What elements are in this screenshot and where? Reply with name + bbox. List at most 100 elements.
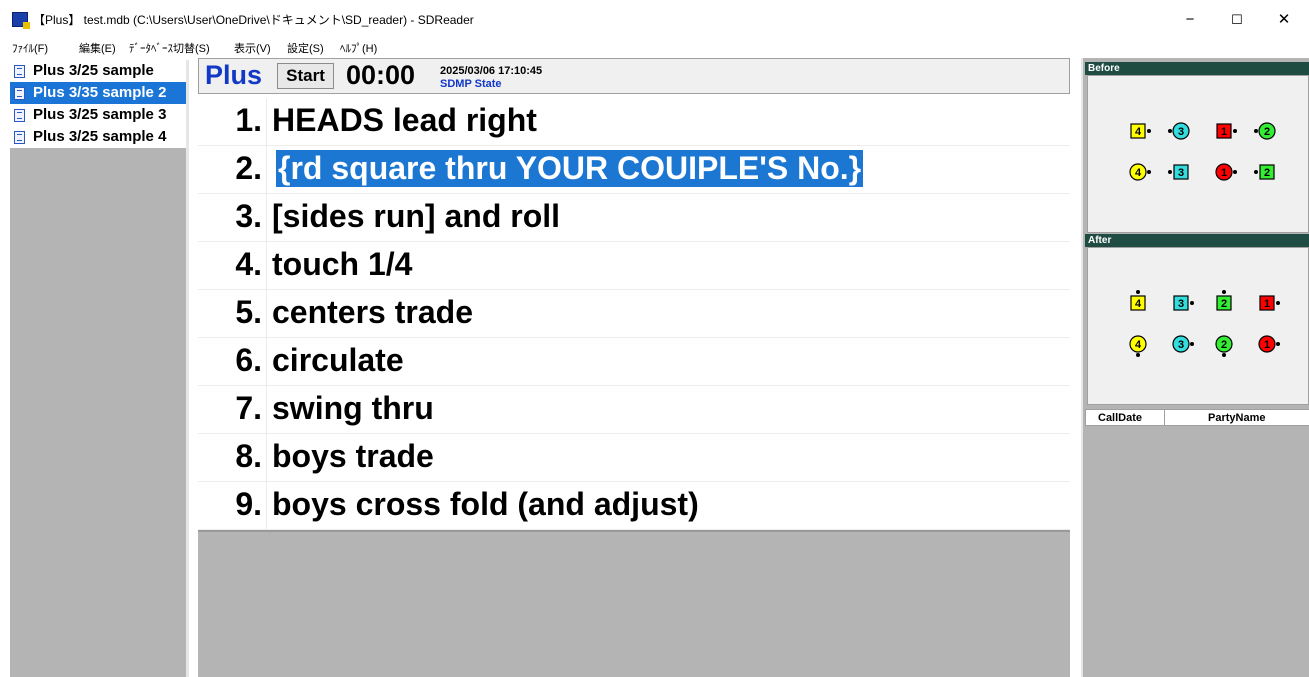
facing-marker <box>1222 290 1226 294</box>
facing-marker <box>1147 170 1151 174</box>
after-dancer-yellow-4: 4 <box>1130 290 1146 311</box>
datetime: 2025/03/06 17:10:45 <box>440 65 543 77</box>
after-dancer-green-2: 2 <box>1215 335 1233 357</box>
dancer-number: 2 <box>1264 126 1270 138</box>
session-item[interactable]: Plus 3/25 sample 4 <box>10 126 186 148</box>
call-number: 9. <box>235 486 262 522</box>
dancer-number: 4 <box>1135 126 1142 138</box>
dancer-number: 2 <box>1264 167 1270 179</box>
session-item[interactable]: Plus 3/25 sample 3 <box>10 104 186 126</box>
menu-file[interactable]: ﾌｧｲﾙ(F) <box>12 40 48 56</box>
dancer-number: 2 <box>1221 298 1227 310</box>
after-dancer-cyan-3: 3 <box>1172 335 1194 353</box>
call-number: 6. <box>235 342 262 378</box>
menu-edit[interactable]: 編集(E) <box>79 40 116 56</box>
facing-marker <box>1168 129 1172 133</box>
level-label: Plus <box>205 60 263 90</box>
after-dancer-red-1: 1 <box>1258 335 1280 353</box>
call-text: boys trade <box>272 438 434 474</box>
dancer-number: 2 <box>1221 339 1227 351</box>
call-number: 4. <box>235 246 262 282</box>
sdmp-state: SDMP State <box>440 78 502 90</box>
after-formation: 4 3 2 1 4 3 2 1 <box>1087 247 1309 405</box>
menu-bar: ﾌｧｲﾙ(F) 編集(E) ﾃﾞｰﾀﾍﾞｰｽ切替(S) 表示(V) 設定(S) … <box>0 36 1309 58</box>
before-dancer-green-2: 2 <box>1254 122 1276 140</box>
call-row[interactable]: 3. [sides run] and roll <box>198 194 1070 242</box>
facing-marker <box>1136 290 1140 294</box>
column-divider <box>266 194 267 241</box>
minimize-button[interactable]: − <box>1167 6 1213 34</box>
call-row[interactable]: 7. swing thru <box>198 386 1070 434</box>
column-divider <box>266 386 267 433</box>
call-number: 8. <box>235 438 262 474</box>
dancer-number: 1 <box>1264 298 1270 310</box>
document-icon <box>14 109 25 122</box>
call-row-selected[interactable]: 2. {rd square thru YOUR COUIPLE'S No.} <box>198 146 1070 194</box>
dancer-number: 1 <box>1221 167 1227 179</box>
facing-marker <box>1233 170 1237 174</box>
call-text: [sides run] and roll <box>272 198 561 234</box>
menu-settings[interactable]: 設定(S) <box>287 40 324 56</box>
after-dancer-yellow-4: 4 <box>1129 335 1147 357</box>
dancer-number: 3 <box>1178 126 1184 138</box>
app-icon <box>12 12 30 29</box>
session-label: Plus 3/35 sample 2 <box>33 84 167 101</box>
facing-marker <box>1190 301 1194 305</box>
session-label: Plus 3/25 sample <box>33 62 154 79</box>
menu-database-switch[interactable]: ﾃﾞｰﾀﾍﾞｰｽ切替(S) <box>129 40 210 56</box>
column-divider <box>266 338 267 385</box>
calldate-column[interactable]: CallDate <box>1098 412 1142 424</box>
formation-panel: Before 4 3 1 2 4 3 1 2 After 4 3 2 1 4 3 2 1 CallDate … <box>1081 58 1309 677</box>
history-table-header: CallDate PartyName <box>1085 409 1309 426</box>
column-divider <box>266 482 267 529</box>
call-row[interactable]: 9. boys cross fold (and adjust) <box>198 482 1070 530</box>
before-header: Before <box>1085 62 1309 75</box>
before-dancer-red-1: 1 <box>1215 163 1237 181</box>
document-icon <box>14 65 25 78</box>
call-text: swing thru <box>272 390 434 426</box>
call-row[interactable]: 4. touch 1/4 <box>198 242 1070 290</box>
call-header: Plus Start 00:00 2025/03/06 17:10:45 SDM… <box>198 58 1070 94</box>
dancer-number: 4 <box>1135 298 1142 310</box>
dancer-number: 4 <box>1135 167 1142 179</box>
before-dancer-yellow-4: 4 <box>1129 163 1151 181</box>
title-bar: 【Plus】 test.mdb (C:\Users\User\OneDrive\… <box>0 0 1309 36</box>
after-formation-diagram: 4 3 2 1 4 3 2 1 <box>1129 290 1280 357</box>
facing-marker <box>1276 301 1280 305</box>
call-text: centers trade <box>272 294 473 330</box>
before-formation: 4 3 1 2 4 3 1 2 <box>1087 75 1309 233</box>
call-text: touch 1/4 <box>272 246 413 282</box>
facing-marker <box>1276 342 1280 346</box>
facing-marker <box>1136 353 1140 357</box>
call-row[interactable]: 6. circulate <box>198 338 1070 386</box>
dancer-number: 4 <box>1135 339 1142 351</box>
before-formation-diagram: 4 3 1 2 4 3 1 2 <box>1129 122 1276 181</box>
partyname-column[interactable]: PartyName <box>1208 412 1265 424</box>
before-dancer-green-2: 2 <box>1254 164 1275 180</box>
after-dancer-red-1: 1 <box>1259 295 1280 311</box>
document-icon <box>14 87 25 100</box>
dancer-number: 1 <box>1264 339 1270 351</box>
session-item-selected[interactable]: Plus 3/35 sample 2 <box>10 82 186 104</box>
before-dancer-cyan-3: 3 <box>1168 122 1190 140</box>
facing-marker <box>1254 170 1258 174</box>
call-number: 7. <box>235 390 262 426</box>
maximize-button[interactable]: ☐ <box>1214 6 1260 34</box>
session-item[interactable]: Plus 3/25 sample <box>10 60 186 82</box>
call-text: HEADS lead right <box>272 102 537 138</box>
main-empty-area <box>198 532 1070 677</box>
session-label: Plus 3/25 sample 4 <box>33 128 167 145</box>
window-title: 【Plus】 test.mdb (C:\Users\User\OneDrive\… <box>33 13 474 27</box>
menu-help[interactable]: ﾍﾙﾌﾟ(H) <box>340 40 377 56</box>
dancer-number: 1 <box>1221 126 1227 138</box>
menu-view[interactable]: 表示(V) <box>234 40 271 56</box>
dancer-number: 3 <box>1178 167 1184 179</box>
start-button[interactable]: Start <box>277 63 334 89</box>
call-row[interactable]: 8. boys trade <box>198 434 1070 482</box>
close-button[interactable]: ✕ <box>1261 6 1307 34</box>
call-row[interactable]: 1. HEADS lead right <box>198 98 1070 146</box>
session-list: Plus 3/25 sample Plus 3/35 sample 2 Plus… <box>10 60 189 677</box>
call-row[interactable]: 5. centers trade <box>198 290 1070 338</box>
timer: 00:00 <box>346 60 416 90</box>
facing-marker <box>1254 129 1258 133</box>
